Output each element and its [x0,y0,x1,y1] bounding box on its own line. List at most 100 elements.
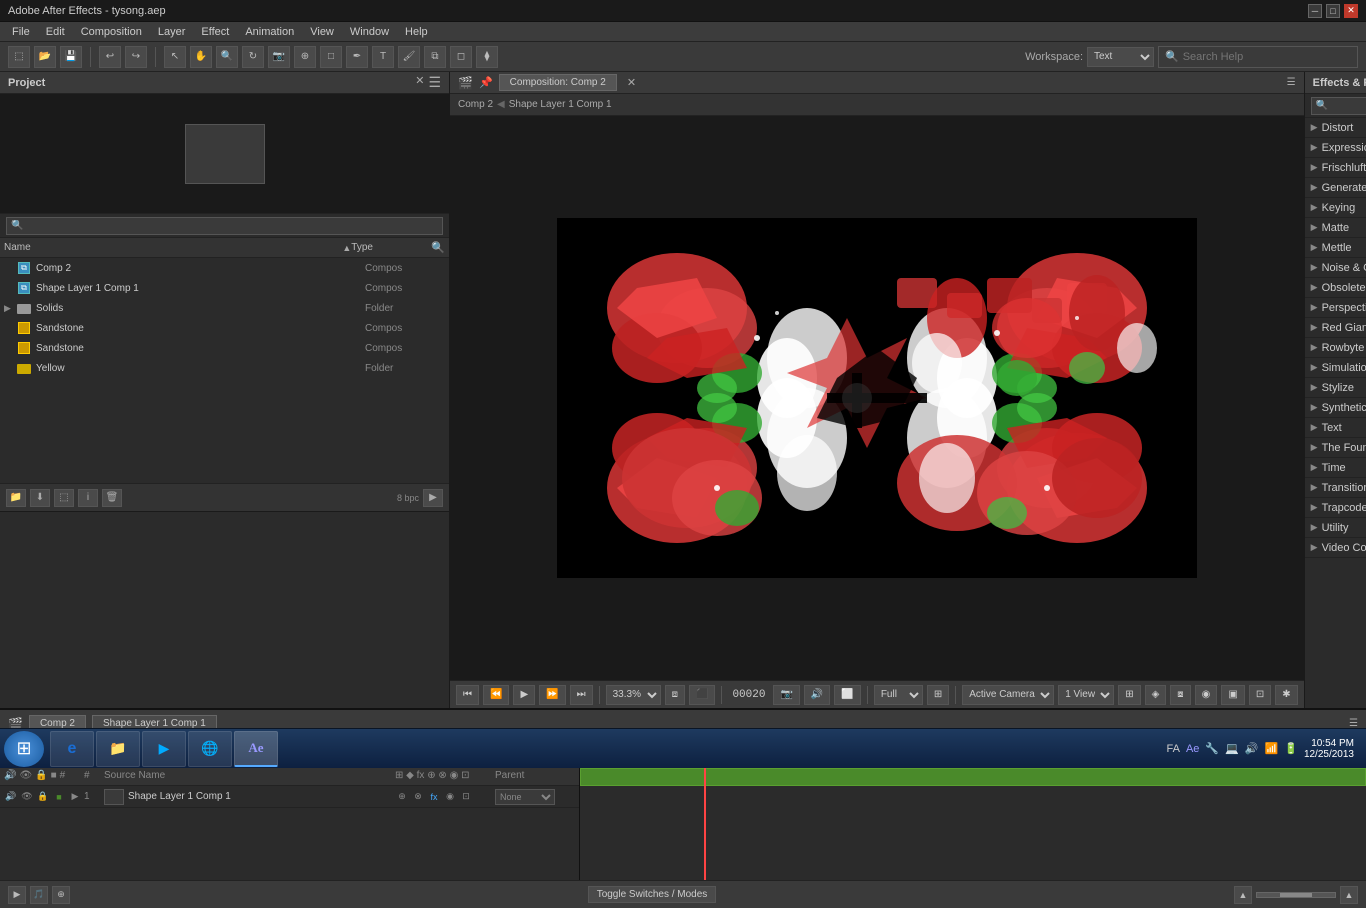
reset-exp-btn[interactable]: ✱ [1275,685,1297,705]
menu-view[interactable]: View [302,24,342,40]
effects-search-input[interactable] [1311,97,1366,115]
flow-diagram-btn[interactable]: ⊡ [1249,685,1271,705]
selection-tool[interactable]: ↖ [164,46,186,68]
effect-category-red-giant[interactable]: ▶ Red Giant [1305,318,1366,338]
project-panel-close[interactable]: ✕ [415,74,424,91]
paint-tool[interactable]: 🖌 [398,46,420,68]
effect-category-mettle[interactable]: ▶ Mettle [1305,238,1366,258]
shape-tool[interactable]: □ [320,46,342,68]
effect-category-expression[interactable]: ▶ Expression Controls [1305,138,1366,158]
menu-help[interactable]: Help [397,24,436,40]
effect-category-trapcode[interactable]: ▶ Trapcode [1305,498,1366,518]
layer-row[interactable]: 🔊 👁 🔒 ■ ▶ 1 Shape Layer 1 Comp 1 ⊕ ⊗ fx … [0,786,579,808]
layer-switch-motion[interactable]: ◉ [443,790,457,804]
start-button[interactable]: ⊞ [4,731,44,767]
workspace-select[interactable]: Text Standard Minimal [1087,47,1154,67]
audio-btn2[interactable]: 🎵 [30,886,48,904]
rotate-tool[interactable]: ↻ [242,46,264,68]
effect-category-foundry[interactable]: ▶ The Foundry [1305,438,1366,458]
comp-transport-prev[interactable]: ⏮ [456,685,479,705]
text-tool[interactable]: T [372,46,394,68]
info-btn[interactable]: i [78,489,98,507]
tray-ae[interactable]: Ae [1186,743,1199,755]
effect-category-transition[interactable]: ▶ Transition [1305,478,1366,498]
new-comp-btn[interactable]: ⬚ [54,489,74,507]
flow-btn[interactable]: ▶ [423,489,443,507]
effect-category-obsolete[interactable]: ▶ Obsolete [1305,278,1366,298]
timeline-zoom-slider[interactable] [1256,892,1336,898]
pixel-btn[interactable]: ⬛ [689,685,715,705]
camera-tool[interactable]: 📷 [268,46,290,68]
taskbar-aftereffects[interactable]: Ae [234,731,278,767]
project-item[interactable]: ⧉ Comp 2 Compos [0,258,449,278]
taskbar-ie[interactable]: e [50,731,94,767]
search-help-input[interactable] [1183,51,1351,63]
effect-category-rowbyte[interactable]: ▶ Rowbyte [1305,338,1366,358]
effect-category-frischluft[interactable]: ▶ Frischluft [1305,158,1366,178]
overlay-btn[interactable]: ◈ [1145,685,1167,705]
taskbar-firefox[interactable]: 🌐 [188,731,232,767]
taskbar-explorer[interactable]: 📁 [96,731,140,767]
project-item[interactable]: Yellow Folder [0,358,449,378]
menu-composition[interactable]: Composition [73,24,150,40]
layer-lock-btn[interactable]: 🔒 [36,790,50,804]
region-btn[interactable]: ⊞ [927,685,949,705]
layer-switch-fx[interactable]: fx [427,790,441,804]
layer-switch-blend[interactable]: ⊗ [411,790,425,804]
new-composition-btn[interactable]: ⬚ [8,46,30,68]
composition-view[interactable] [450,116,1304,680]
project-panel-menu[interactable]: ☰ [428,74,441,91]
view-select[interactable]: 1 View [1058,685,1114,705]
toggle-switches-modes-btn[interactable]: Toggle Switches / Modes [588,886,717,903]
comp-panel-menu[interactable]: ☰ [1287,77,1296,88]
audio-btn[interactable]: 🔊 [804,685,830,705]
save-btn[interactable]: 💾 [60,46,82,68]
taskbar-media[interactable]: ▶ [142,731,186,767]
breadcrumb-shape-layer[interactable]: Shape Layer 1 Comp 1 [509,99,612,110]
project-item[interactable]: ⧉ Shape Layer 1 Comp 1 Compos [0,278,449,298]
project-item[interactable]: ▶ Solids Folder [0,298,449,318]
camera-icon-btn[interactable]: 📷 [773,685,799,705]
comp-transport-step-back[interactable]: ⏪ [483,685,509,705]
puppet-tool[interactable]: ⧫ [476,46,498,68]
project-item[interactable]: Sandstone Compos [0,338,449,358]
effect-category-synthetic[interactable]: ▶ Synthetic Aperture [1305,398,1366,418]
effect-category-distort[interactable]: ▶ Distort [1305,118,1366,138]
effect-category-time[interactable]: ▶ Time [1305,458,1366,478]
quality-select[interactable]: FullHalfThird [874,685,923,705]
project-item[interactable]: Sandstone Compos [0,318,449,338]
comp-tab-close[interactable]: ✕ [627,76,636,89]
layer-expand-btn[interactable]: ▶ [68,790,82,804]
expand-arrow[interactable]: ▶ [4,303,16,314]
fit-btn[interactable]: ⧈ [665,685,685,705]
solo-btn2[interactable]: ⊕ [52,886,70,904]
comp-tab-comp2[interactable]: Composition: Comp 2 [499,74,617,91]
render-queue-btn[interactable]: ▶ [8,886,26,904]
trash-btn[interactable]: 🗑 [102,489,122,507]
pen-tool[interactable]: ✒ [346,46,368,68]
comp-transport-step-fwd[interactable]: ⏩ [539,685,565,705]
mask-btn[interactable]: ⧇ [1170,685,1190,705]
menu-edit[interactable]: Edit [38,24,73,40]
playhead[interactable] [704,766,706,880]
transparency-btn[interactable]: ⬜ [834,685,860,705]
zoom-tool[interactable]: 🔍 [216,46,238,68]
layer-parent-control[interactable]: None [495,789,575,805]
menu-window[interactable]: Window [342,24,397,40]
effect-category-videocopilot[interactable]: ▶ Video Copilot [1305,538,1366,558]
comp-transport-next[interactable]: ⏭ [570,685,593,705]
layer-switch-aa[interactable]: ⊕ [395,790,409,804]
import-btn[interactable]: ⬇ [30,489,50,507]
effect-category-perspective[interactable]: ▶ Perspective [1305,298,1366,318]
menu-animation[interactable]: Animation [237,24,302,40]
menu-file[interactable]: File [4,24,38,40]
parent-select[interactable]: None [495,789,555,805]
open-file-btn[interactable]: 📂 [34,46,56,68]
new-folder-btn[interactable]: 📁 [6,489,26,507]
close-button[interactable]: ✕ [1344,4,1358,18]
comp-transport-play[interactable]: ▶ [513,685,535,705]
zoom-select[interactable]: 33.3%50%100% [606,685,661,705]
menu-layer[interactable]: Layer [150,24,194,40]
effect-category-text[interactable]: ▶ Text [1305,418,1366,438]
eraser-tool[interactable]: ◻ [450,46,472,68]
